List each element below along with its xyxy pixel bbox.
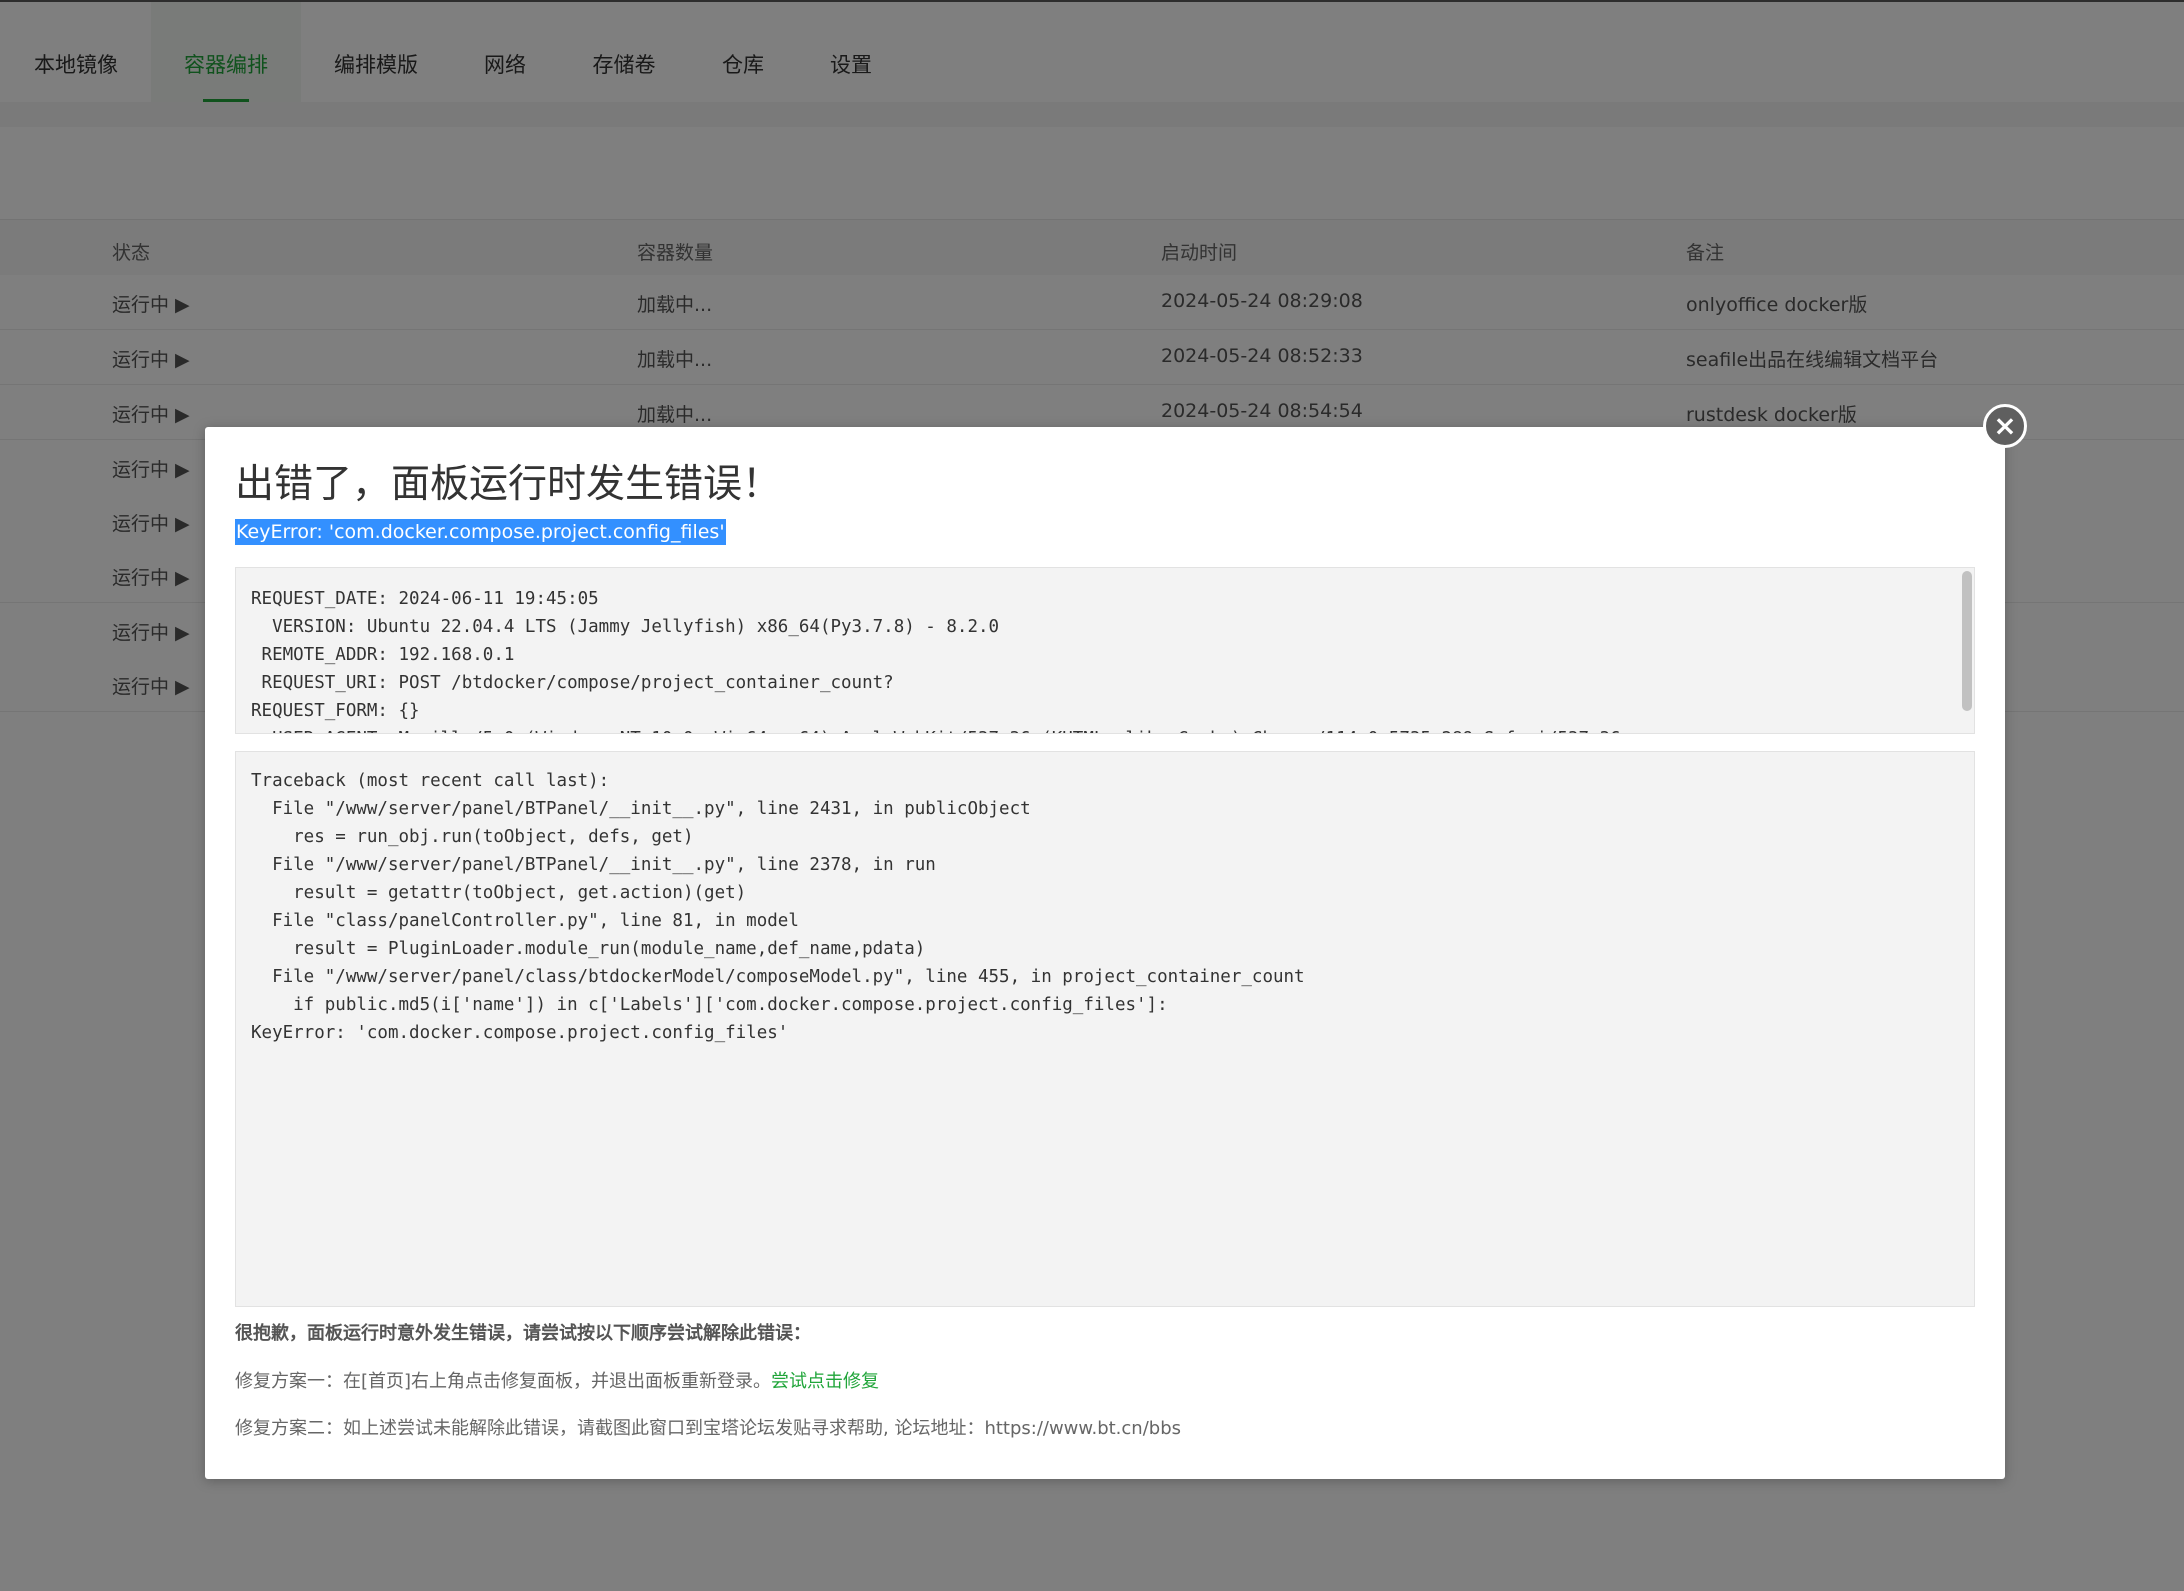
try-fix-link[interactable]: 尝试点击修复	[771, 1371, 879, 1392]
scrollbar-thumb[interactable]	[1962, 571, 1972, 711]
remote-addr-line: REMOTE_ADDR: 192.168.0.1	[251, 645, 515, 665]
error-dialog: 出错了，面板运行时发生错误！ KeyError: 'com.docker.com…	[205, 427, 2005, 1479]
traceback-line: File "/www/server/panel/class/btdockerMo…	[251, 967, 1305, 987]
traceback-line: result = PluginLoader.module_run(module_…	[251, 939, 926, 959]
user-agent-line: USER_AGENT: Mozilla/5.0 (Windows NT 10.0…	[251, 725, 1974, 733]
traceback-line: File "/www/server/panel/BTPanel/__init__…	[251, 855, 936, 875]
apology-heading: 很抱歉，面板运行时意外发生错误，请尝试按以下顺序尝试解除此错误：	[235, 1323, 811, 1344]
traceback-line: result = getattr(toObject, get.action)(g…	[251, 883, 747, 903]
traceback-box[interactable]: Traceback (most recent call last): File …	[235, 751, 1975, 1307]
traceback-line: Traceback (most recent call last):	[251, 771, 610, 791]
close-icon[interactable]: ×	[1983, 404, 2027, 448]
fix-option-two: 修复方案二：如上述尝试未能解除此错误，请截图此窗口到宝塔论坛发贴寻求帮助, 论坛…	[235, 1418, 1181, 1439]
version-line: VERSION: Ubuntu 22.04.4 LTS (Jammy Jelly…	[251, 617, 1000, 637]
fix-option-one-text: 修复方案一：在[首页]右上角点击修复面板，并退出面板重新登录。	[235, 1371, 772, 1392]
error-key-selected[interactable]: KeyError: 'com.docker.compose.project.co…	[235, 519, 726, 545]
traceback-line: if public.md5(i['name']) in c['Labels'][…	[251, 995, 1168, 1015]
traceback-line: KeyError: 'com.docker.compose.project.co…	[251, 1023, 789, 1043]
request-form-line: REQUEST_FORM: {}	[251, 701, 420, 721]
traceback-line: File "class/panelController.py", line 81…	[251, 911, 799, 931]
request-uri-line: REQUEST_URI: POST /btdocker/compose/proj…	[251, 673, 894, 693]
traceback-line: File "/www/server/panel/BTPanel/__init__…	[251, 799, 1031, 819]
request-date-line: REQUEST_DATE: 2024-06-11 19:45:05	[251, 589, 599, 609]
request-info-box[interactable]: REQUEST_DATE: 2024-06-11 19:45:05 VERSIO…	[235, 567, 1975, 734]
dialog-title: 出错了，面板运行时发生错误！	[235, 462, 782, 507]
traceback-line: res = run_obj.run(toObject, defs, get)	[251, 827, 694, 847]
fix-option-one: 修复方案一：在[首页]右上角点击修复面板，并退出面板重新登录。尝试点击修复	[235, 1367, 879, 1393]
